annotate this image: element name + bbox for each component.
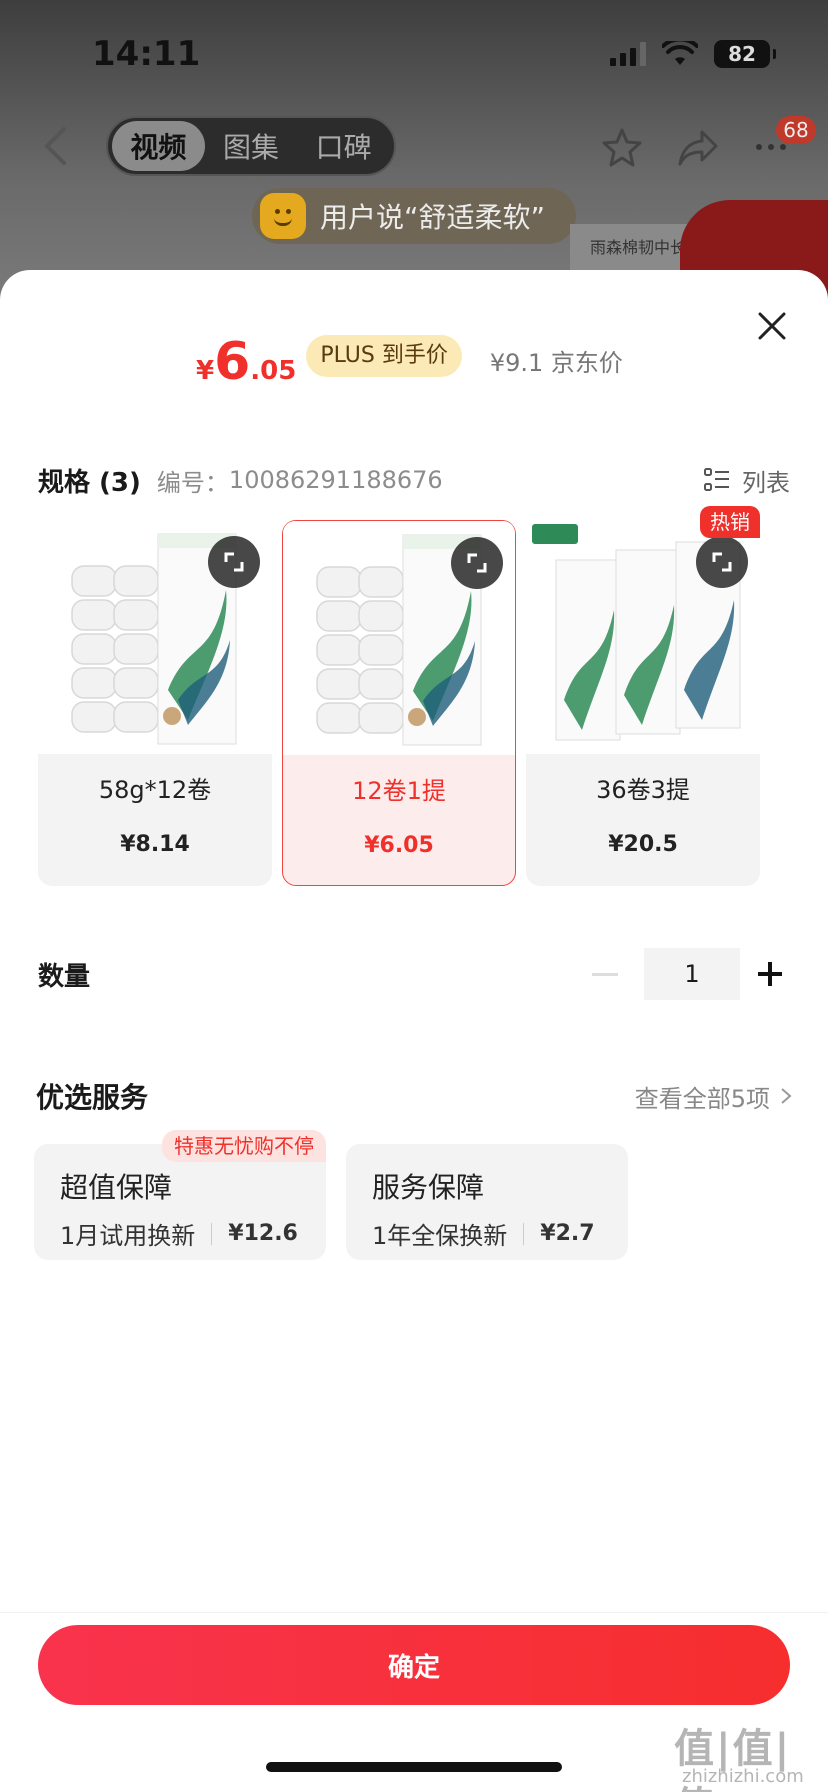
service-price: ¥2.7 [540, 1221, 595, 1246]
service-option-2[interactable]: 服务保障 1年全保换新 ¥2.7 [346, 1144, 628, 1260]
service-promo-badge: 特惠无忧购不停 [162, 1130, 326, 1162]
price-row: ¥ 6 .05 PLUS 到手价 ¥9.1 京东价 [196, 332, 623, 392]
service-desc: 1年全保换新 [372, 1222, 508, 1250]
service-name: 服务保障 [372, 1171, 485, 1204]
list-icon [704, 468, 729, 491]
expand-icon[interactable] [451, 537, 503, 589]
spec-code: 10086291188676 [228, 466, 443, 494]
spec-option-price: ¥6.05 [364, 833, 434, 858]
close-icon[interactable] [756, 310, 788, 342]
back-icon[interactable] [42, 126, 68, 166]
spec-option-name: 58g*12卷 [98, 776, 212, 804]
smile-icon [260, 193, 306, 239]
service-detail: 1月试用换新 ¥12.6 [60, 1216, 326, 1251]
service-detail: 1年全保换新 ¥2.7 [372, 1216, 628, 1251]
quantity-row: 数量 1 [38, 946, 790, 1002]
hot-sale-badge: 热销 [700, 506, 760, 538]
quantity-stepper: 1 [578, 946, 790, 1002]
spec-option-3[interactable]: 热销 36卷3提 ¥20.5 [526, 506, 760, 886]
background-page: 14:11 82 视频 图集 口碑 68 用户说“舒适柔软” 雨森棉韧中长 [0, 0, 828, 300]
service-name: 超值保障 [60, 1171, 173, 1204]
increase-button[interactable] [750, 954, 790, 994]
tab-gallery[interactable]: 图集 [205, 121, 298, 171]
watermark-url: zhizhizhi.com [682, 1766, 804, 1787]
spec-sheet: ¥ 6 .05 PLUS 到手价 ¥9.1 京东价 规格 (3) 编号： 100… [0, 270, 828, 1792]
spec-option-name: 36卷3提 [596, 776, 690, 804]
chevron-right-icon [781, 1088, 792, 1104]
divider [211, 1222, 213, 1245]
spec-title: 规格 (3) [38, 467, 141, 498]
star-icon[interactable] [600, 126, 644, 170]
service-header: 优选服务 查看全部5项 [36, 1076, 792, 1116]
view-all-services-link[interactable]: 查看全部5项 [635, 1079, 792, 1114]
service-title: 优选服务 [36, 1081, 149, 1114]
service-option-1[interactable]: 特惠无忧购不停 超值保障 1月试用换新 ¥12.6 [34, 1130, 326, 1260]
status-icons: 82 [610, 40, 776, 68]
spec-options: 58g*12卷 ¥8.14 12卷1提 ¥6.05 热销 36卷3提 ¥20.5 [38, 506, 760, 886]
service-price: ¥12.6 [228, 1221, 298, 1246]
spec-option-price: ¥20.5 [608, 832, 678, 857]
divider [523, 1222, 525, 1245]
price-decimal: .05 [250, 356, 297, 386]
more-icon[interactable] [756, 144, 786, 150]
battery-icon: 82 [714, 40, 776, 68]
spec-option-price: ¥8.14 [120, 832, 190, 857]
status-time: 14:11 [92, 34, 201, 74]
list-label: 列表 [742, 468, 790, 497]
plus-price-tag: PLUS 到手价 [306, 335, 462, 377]
message-badge: 68 [776, 116, 816, 144]
user-say-text: 用户说“舒适柔软” [320, 201, 546, 234]
spec-code-label: 编号： [156, 468, 229, 497]
jd-price: ¥9.1 京东价 [489, 348, 623, 377]
tab-video[interactable]: 视频 [112, 121, 205, 171]
tab-reviews[interactable]: 口碑 [297, 121, 390, 171]
expand-icon[interactable] [696, 536, 748, 588]
list-view-toggle[interactable]: 列表 [704, 463, 790, 498]
signal-icon [610, 42, 646, 66]
spec-option-name: 12卷1提 [352, 777, 446, 805]
decrease-button[interactable] [578, 946, 634, 1002]
service-options: 特惠无忧购不停 超值保障 1月试用换新 ¥12.6 服务保障 1年全保换新 ¥2… [34, 1130, 628, 1260]
spec-option-2[interactable]: 12卷1提 ¥6.05 [282, 520, 516, 886]
spec-option-1[interactable]: 58g*12卷 ¥8.14 [38, 520, 272, 886]
view-all-label: 查看全部5项 [634, 1084, 770, 1113]
price-integer: 6 [214, 332, 251, 392]
home-indicator [266, 1762, 562, 1772]
quantity-label: 数量 [38, 961, 91, 992]
wifi-icon [662, 41, 698, 65]
confirm-button[interactable]: 确定 [38, 1625, 790, 1705]
spec-header: 规格 (3) 编号： 10086291188676 列表 [38, 460, 790, 500]
price-currency: ¥ [196, 356, 215, 386]
media-tabs: 视频 图集 口碑 [106, 116, 396, 176]
user-say-pill[interactable]: 用户说“舒适柔软” [252, 188, 576, 244]
service-desc: 1月试用换新 [60, 1222, 196, 1250]
expand-icon[interactable] [208, 536, 260, 588]
share-icon[interactable] [676, 128, 720, 168]
quantity-input[interactable]: 1 [644, 948, 740, 1000]
